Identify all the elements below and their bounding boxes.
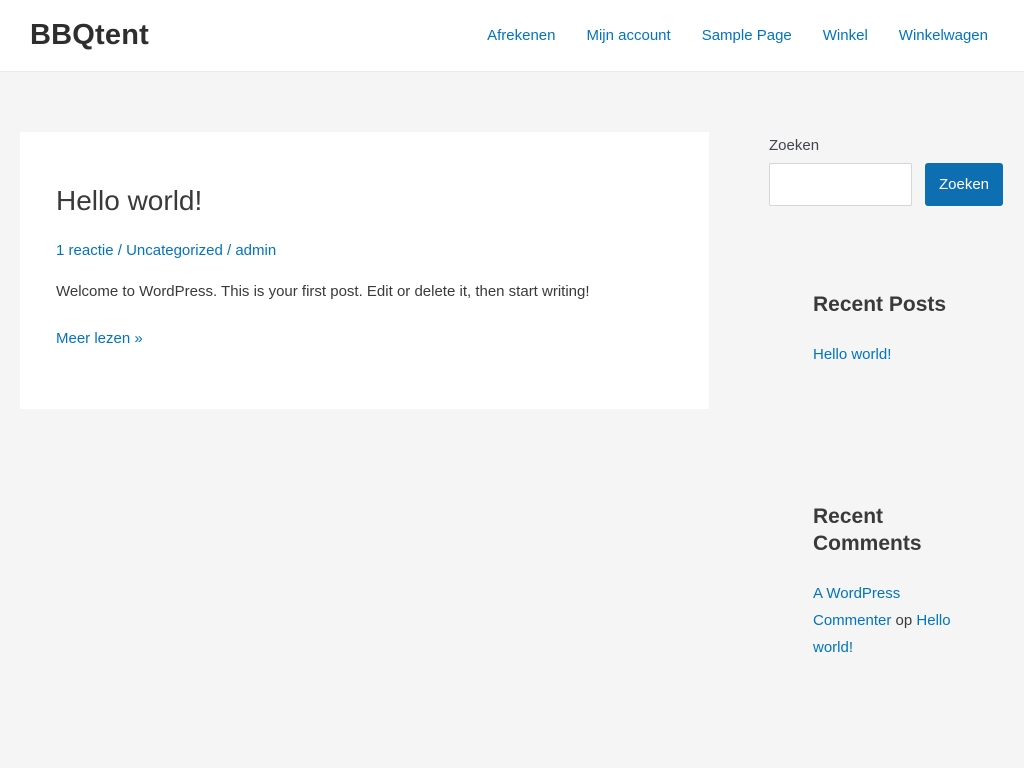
content-area: Hello world! 1 reactie / Uncategorized /… (0, 72, 1024, 661)
recent-comments-title: Recent Comments (813, 503, 959, 557)
recent-posts-widget: Recent Posts Hello world! (769, 291, 1003, 368)
recent-comments-list: A WordPress Commenter op Hello world! (813, 580, 959, 661)
nav-item-winkel[interactable]: Winkel (823, 27, 868, 44)
recent-posts-title: Recent Posts (813, 291, 959, 318)
nav-item-winkelwagen[interactable]: Winkelwagen (899, 27, 988, 44)
search-row: Zoeken (769, 163, 1003, 206)
site-logo[interactable]: BBQtent (30, 19, 149, 52)
main-nav: Afrekenen Mijn account Sample Page Winke… (456, 27, 988, 44)
post-category-link[interactable]: Uncategorized (126, 242, 223, 259)
nav-item-mijn-account[interactable]: Mijn account (586, 27, 670, 44)
recent-posts-list: Hello world! (813, 341, 959, 368)
meta-separator: / (223, 242, 236, 259)
post-author-link[interactable]: admin (235, 242, 276, 259)
search-label: Zoeken (769, 135, 1003, 157)
sidebar: Zoeken Zoeken Recent Posts Hello world! … (769, 132, 1003, 661)
comment-connector: op (891, 612, 916, 629)
nav-item-sample-page[interactable]: Sample Page (702, 27, 792, 44)
search-widget: Zoeken Zoeken (769, 135, 1003, 206)
search-button[interactable]: Zoeken (925, 163, 1003, 206)
meta-separator: / (114, 242, 127, 259)
post-card: Hello world! 1 reactie / Uncategorized /… (20, 132, 709, 409)
post-comments-link[interactable]: 1 reactie (56, 242, 114, 259)
nav-item-afrekenen[interactable]: Afrekenen (487, 27, 555, 44)
recent-comments-widget: Recent Comments A WordPress Commenter op… (769, 503, 1003, 661)
list-item: Hello world! (813, 341, 959, 368)
read-more-link[interactable]: Meer lezen » (56, 327, 143, 351)
recent-post-link[interactable]: Hello world! (813, 346, 891, 363)
comment-author-link[interactable]: A WordPress Commenter (813, 585, 900, 629)
search-input[interactable] (769, 163, 912, 206)
site-header: BBQtent Afrekenen Mijn account Sample Pa… (0, 0, 1024, 72)
post-meta: 1 reactie / Uncategorized / admin (56, 239, 669, 262)
post-title-link[interactable]: Hello world! (56, 185, 202, 216)
list-item: A WordPress Commenter op Hello world! (813, 580, 959, 661)
post-excerpt: Welcome to WordPress. This is your first… (56, 280, 669, 304)
post-title: Hello world! (56, 184, 669, 218)
